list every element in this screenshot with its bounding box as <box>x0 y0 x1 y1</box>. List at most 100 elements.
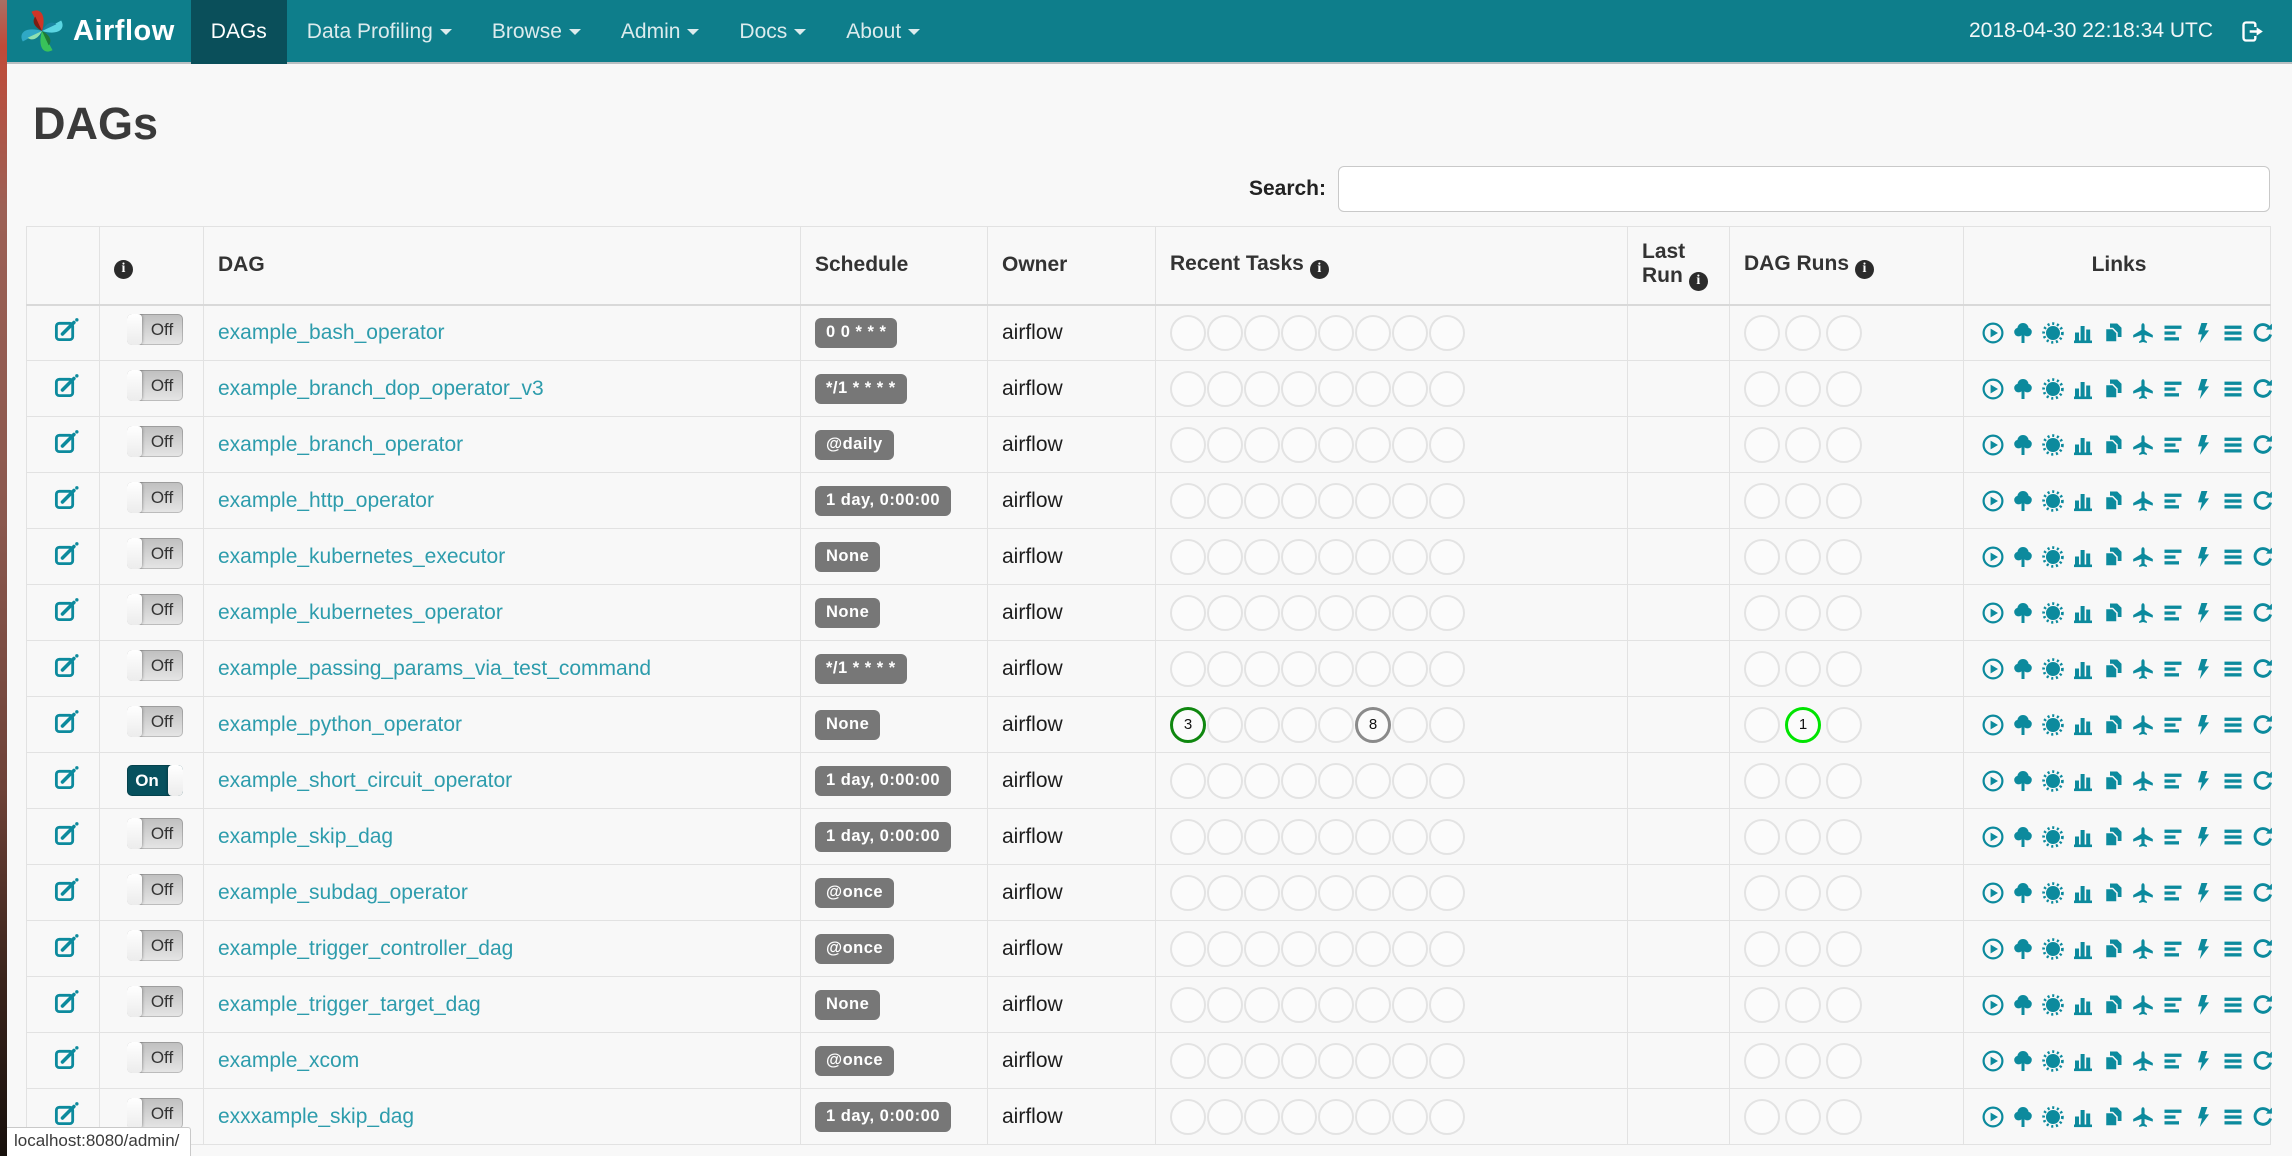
graph-view-link[interactable] <box>2041 489 2065 513</box>
dag-name-link[interactable]: exxxample_skip_dag <box>218 1105 414 1128</box>
dag-name-link[interactable]: example_branch_operator <box>218 433 463 456</box>
trigger-dag-link[interactable] <box>1981 657 2005 681</box>
tree-view-link[interactable] <box>2011 769 2035 793</box>
refresh-link[interactable] <box>2251 937 2275 961</box>
graph-view-link[interactable] <box>2041 657 2065 681</box>
code-view-link[interactable] <box>2191 881 2215 905</box>
dag-pause-toggle[interactable]: Off <box>126 370 183 401</box>
task-duration-link[interactable] <box>2071 321 2095 345</box>
task-tries-link[interactable] <box>2101 881 2125 905</box>
landing-times-link[interactable] <box>2131 1105 2155 1129</box>
dag-name-link[interactable]: example_skip_dag <box>218 825 393 848</box>
trigger-dag-link[interactable] <box>1981 489 2005 513</box>
dag-edit-link[interactable] <box>53 540 80 567</box>
graph-view-link[interactable] <box>2041 433 2065 457</box>
logs-link[interactable] <box>2221 993 2245 1017</box>
task-tries-link[interactable] <box>2101 993 2125 1017</box>
landing-times-link[interactable] <box>2131 881 2155 905</box>
dag-name-link[interactable]: example_subdag_operator <box>218 881 468 904</box>
refresh-link[interactable] <box>2251 377 2275 401</box>
gantt-view-link[interactable] <box>2161 377 2185 401</box>
landing-times-link[interactable] <box>2131 713 2155 737</box>
code-view-link[interactable] <box>2191 713 2215 737</box>
gantt-view-link[interactable] <box>2161 713 2185 737</box>
landing-times-link[interactable] <box>2131 657 2155 681</box>
task-tries-link[interactable] <box>2101 713 2125 737</box>
trigger-dag-link[interactable] <box>1981 433 2005 457</box>
code-view-link[interactable] <box>2191 1105 2215 1129</box>
airflow-brand[interactable]: Airflow <box>7 0 191 62</box>
task-tries-link[interactable] <box>2101 433 2125 457</box>
nav-link-docs[interactable]: Docs <box>719 0 826 64</box>
refresh-link[interactable] <box>2251 769 2275 793</box>
nav-link-admin[interactable]: Admin <box>601 0 720 64</box>
refresh-link[interactable] <box>2251 993 2275 1017</box>
dag-edit-link[interactable] <box>53 484 80 511</box>
graph-view-link[interactable] <box>2041 601 2065 625</box>
nav-link-dags[interactable]: DAGs <box>190 0 287 64</box>
refresh-link[interactable] <box>2251 489 2275 513</box>
gantt-view-link[interactable] <box>2161 657 2185 681</box>
graph-view-link[interactable] <box>2041 713 2065 737</box>
task-tries-link[interactable] <box>2101 545 2125 569</box>
trigger-dag-link[interactable] <box>1981 993 2005 1017</box>
landing-times-link[interactable] <box>2131 545 2155 569</box>
refresh-link[interactable] <box>2251 321 2275 345</box>
tree-view-link[interactable] <box>2011 601 2035 625</box>
dag-pause-toggle[interactable]: Off <box>126 314 183 346</box>
task-duration-link[interactable] <box>2071 881 2095 905</box>
trigger-dag-link[interactable] <box>1981 881 2005 905</box>
task-duration-link[interactable] <box>2071 601 2095 625</box>
tree-view-link[interactable] <box>2011 881 2035 905</box>
graph-view-link[interactable] <box>2041 937 2065 961</box>
landing-times-link[interactable] <box>2131 321 2155 345</box>
code-view-link[interactable] <box>2191 433 2215 457</box>
tree-view-link[interactable] <box>2011 657 2035 681</box>
landing-times-link[interactable] <box>2131 489 2155 513</box>
task-tries-link[interactable] <box>2101 377 2125 401</box>
trigger-dag-link[interactable] <box>1981 1105 2005 1129</box>
dag-pause-toggle[interactable]: Off <box>126 818 183 849</box>
task-state-circle-running[interactable]: 1 <box>1785 706 1821 743</box>
dag-name-link[interactable]: example_bash_operator <box>218 321 445 344</box>
task-duration-link[interactable] <box>2071 377 2095 401</box>
gantt-view-link[interactable] <box>2161 433 2185 457</box>
task-tries-link[interactable] <box>2101 769 2125 793</box>
landing-times-link[interactable] <box>2131 993 2155 1017</box>
task-tries-link[interactable] <box>2101 657 2125 681</box>
trigger-dag-link[interactable] <box>1981 1049 2005 1073</box>
gantt-view-link[interactable] <box>2161 825 2185 849</box>
dag-name-link[interactable]: example_xcom <box>218 1049 359 1072</box>
dag-pause-toggle[interactable]: Off <box>126 874 183 905</box>
task-duration-link[interactable] <box>2071 657 2095 681</box>
refresh-link[interactable] <box>2251 601 2275 625</box>
refresh-link[interactable] <box>2251 881 2275 905</box>
logs-link[interactable] <box>2221 433 2245 457</box>
task-tries-link[interactable] <box>2101 1105 2125 1129</box>
code-view-link[interactable] <box>2191 489 2215 513</box>
logs-link[interactable] <box>2221 713 2245 737</box>
tree-view-link[interactable] <box>2011 713 2035 737</box>
graph-view-link[interactable] <box>2041 545 2065 569</box>
task-state-circle-queued[interactable]: 8 <box>1355 706 1391 743</box>
dag-pause-toggle[interactable]: Off <box>126 1098 183 1129</box>
task-duration-link[interactable] <box>2071 489 2095 513</box>
task-duration-link[interactable] <box>2071 545 2095 569</box>
refresh-link[interactable] <box>2251 713 2275 737</box>
graph-view-link[interactable] <box>2041 1105 2065 1129</box>
dag-edit-link[interactable] <box>53 372 80 399</box>
dag-name-link[interactable]: example_kubernetes_executor <box>218 545 505 568</box>
dag-edit-link[interactable] <box>53 1044 80 1071</box>
trigger-dag-link[interactable] <box>1981 545 2005 569</box>
gantt-view-link[interactable] <box>2161 993 2185 1017</box>
dag-name-link[interactable]: example_branch_dop_operator_v3 <box>218 377 544 400</box>
dag-name-link[interactable]: example_passing_params_via_test_command <box>218 657 651 680</box>
task-state-circle-success[interactable]: 3 <box>1170 706 1206 743</box>
logs-link[interactable] <box>2221 937 2245 961</box>
task-duration-link[interactable] <box>2071 1105 2095 1129</box>
code-view-link[interactable] <box>2191 377 2215 401</box>
dag-edit-link[interactable] <box>53 932 80 959</box>
gantt-view-link[interactable] <box>2161 545 2185 569</box>
dag-name-link[interactable]: example_short_circuit_operator <box>218 769 512 792</box>
dag-pause-toggle[interactable]: Off <box>126 426 183 457</box>
